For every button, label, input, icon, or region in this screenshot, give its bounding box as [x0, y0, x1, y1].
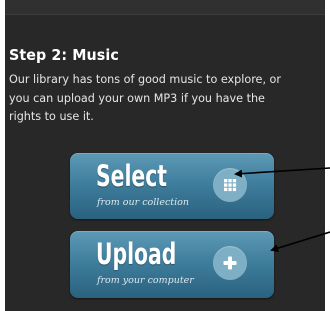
- step-description: Our library has tons of good music to ex…: [9, 71, 327, 127]
- select-button-label: Select: [96, 159, 168, 193]
- upload-button-label: Upload: [96, 237, 177, 271]
- description-line: you can upload your own MP3 if you have …: [9, 91, 265, 105]
- top-strip: [5, 0, 325, 15]
- description-line: Our library has tons of good music to ex…: [9, 73, 282, 86]
- plus-icon-graphic: [223, 256, 237, 270]
- upload-button-sublabel: from your computer: [97, 275, 194, 286]
- page: Step 2: Music Our library has tons of go…: [0, 0, 330, 311]
- step-title: Step 2: Music: [9, 46, 119, 64]
- plus-icon: [213, 246, 247, 280]
- select-music-button[interactable]: Select from our collection: [70, 153, 274, 219]
- select-button-sublabel: from our collection: [97, 197, 189, 208]
- grid-icon: [213, 168, 247, 202]
- upload-music-button[interactable]: Upload from your computer: [70, 231, 274, 298]
- grid-icon-graphic: [224, 179, 237, 192]
- description-line: rights to use it.: [9, 110, 94, 123]
